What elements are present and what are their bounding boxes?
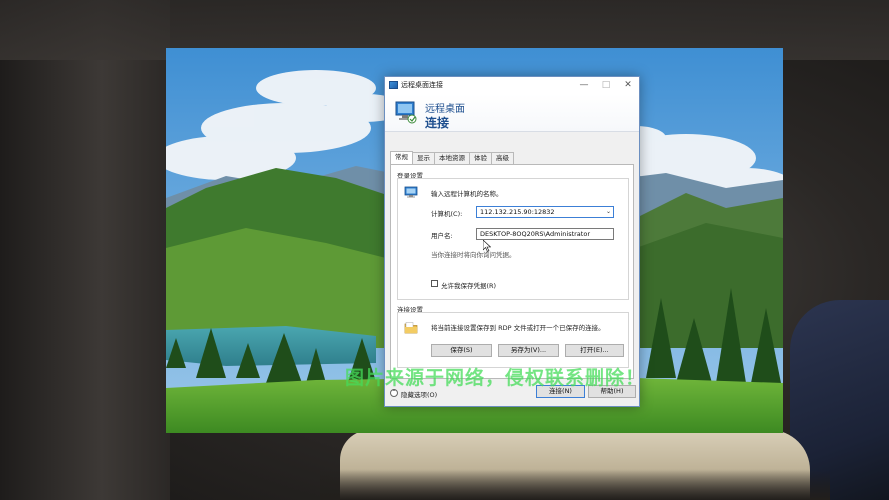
general-tab-panel: 登录设置 输入远程计算机的名称。 计算机(C): 112.132.215.90:… <box>390 164 634 379</box>
window-title: 远程桌面连接 <box>401 81 443 89</box>
tab-local-resources[interactable]: 本地资源 <box>434 152 470 164</box>
dialog-header: 远程桌面 连接 <box>385 94 639 132</box>
background-shadow <box>320 470 830 500</box>
chevron-down-icon[interactable]: ⌄ <box>606 207 611 217</box>
remote-desktop-dialog: 远程桌面连接 — □ ✕ 远程桌面 连接 常规 显示 本地资源 体验 高级 登录… <box>384 76 640 407</box>
title-bar[interactable]: 远程桌面连接 — □ ✕ <box>385 77 639 94</box>
username-field[interactable]: DESKTOP-8OQ20RS\Administrator <box>476 228 614 240</box>
remote-desktop-icon <box>389 81 398 89</box>
maximize-button[interactable]: □ <box>595 77 617 94</box>
credential-note: 当你连接时将向你询问凭据。 <box>431 251 516 259</box>
save-credentials-label[interactable]: 允许我保存凭据(R) <box>441 280 496 290</box>
connection-description: 将当前连接设置保存到 RDP 文件或打开一个已保存的连接。 <box>431 324 605 332</box>
instruction-text: 输入远程计算机的名称。 <box>431 190 503 198</box>
hide-options-link[interactable]: 隐藏选项(O) <box>401 389 437 399</box>
tab-strip: 常规 显示 本地资源 体验 高级 <box>390 151 514 164</box>
folder-icon <box>404 322 418 334</box>
mouse-cursor-icon <box>483 240 491 252</box>
username-value: DESKTOP-8OQ20RS\Administrator <box>480 230 590 238</box>
watermark-text: 图片来源于网络，侵权联系删除！ <box>345 367 646 389</box>
save-button[interactable]: 保存(S) <box>431 344 492 357</box>
open-button[interactable]: 打开(E)... <box>565 344 624 357</box>
chevron-up-icon[interactable]: ⌃ <box>390 389 398 397</box>
header-title-line1: 远程桌面 <box>425 104 465 115</box>
minimize-button[interactable]: — <box>573 77 595 94</box>
connection-settings-group: 将当前连接设置保存到 RDP 文件或打开一个已保存的连接。 保存(S) 另存为(… <box>397 312 629 368</box>
logon-settings-group: 输入远程计算机的名称。 计算机(C): 112.132.215.90:12832… <box>397 178 629 300</box>
save-as-button[interactable]: 另存为(V)... <box>498 344 559 357</box>
username-label: 用户名: <box>431 232 453 240</box>
computer-icon <box>404 186 418 198</box>
header-title-line2: 连接 <box>425 116 450 130</box>
tab-general[interactable]: 常规 <box>390 151 413 164</box>
save-credentials-checkbox[interactable] <box>431 280 438 287</box>
tab-display[interactable]: 显示 <box>412 152 435 164</box>
computer-combobox[interactable]: 112.132.215.90:12832 ⌄ <box>476 206 614 218</box>
computer-label: 计算机(C): <box>431 210 463 218</box>
computer-value: 112.132.215.90:12832 <box>480 208 555 216</box>
tab-experience[interactable]: 体验 <box>469 152 492 164</box>
remote-desktop-icon <box>395 101 417 124</box>
background-left <box>0 0 170 500</box>
tab-advanced[interactable]: 高级 <box>491 152 514 164</box>
close-button[interactable]: ✕ <box>617 77 639 94</box>
